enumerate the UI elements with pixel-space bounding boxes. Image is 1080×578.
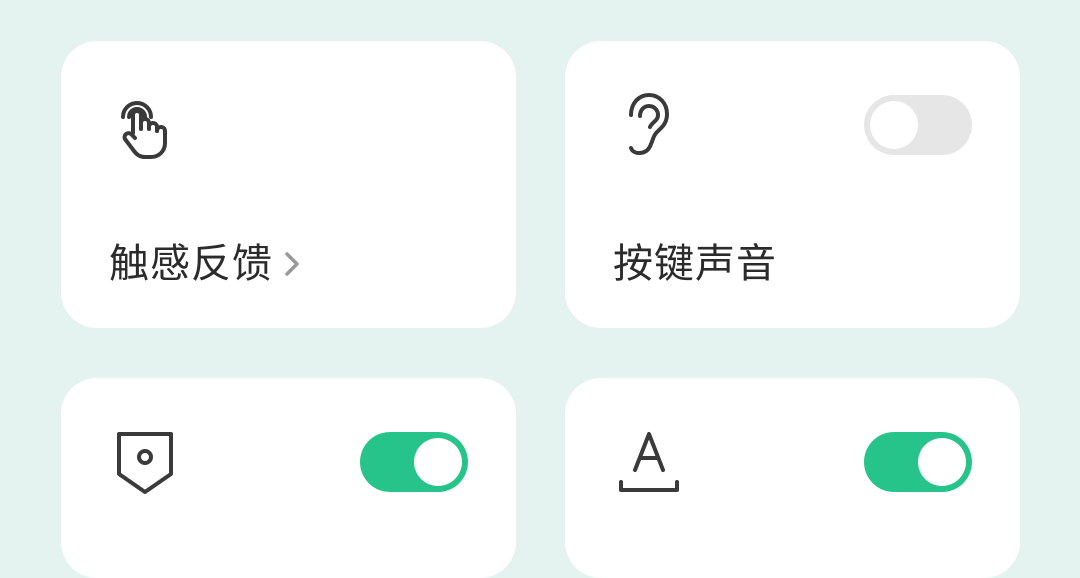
font-toggle[interactable] [864, 432, 972, 492]
shield-toggle[interactable] [360, 432, 468, 492]
haptic-feedback-text: 触感反馈 [109, 241, 273, 287]
tap-hand-icon [109, 89, 181, 161]
key-sound-toggle[interactable] [864, 95, 972, 155]
toggle-knob [870, 101, 918, 149]
shield-icon [109, 426, 181, 498]
ear-icon [613, 89, 685, 161]
key-sound-card: 按键声音 [565, 41, 1020, 328]
key-sound-text: 按键声音 [613, 241, 777, 287]
haptic-feedback-card[interactable]: 触感反馈 [61, 41, 516, 328]
font-card [565, 378, 1020, 578]
shield-card [61, 378, 516, 578]
toggle-knob [414, 438, 462, 486]
chevron-right-icon [281, 246, 303, 282]
key-sound-label: 按键声音 [613, 236, 777, 292]
font-underline-icon [613, 426, 685, 498]
haptic-feedback-label[interactable]: 触感反馈 [109, 236, 303, 292]
toggle-knob [918, 438, 966, 486]
